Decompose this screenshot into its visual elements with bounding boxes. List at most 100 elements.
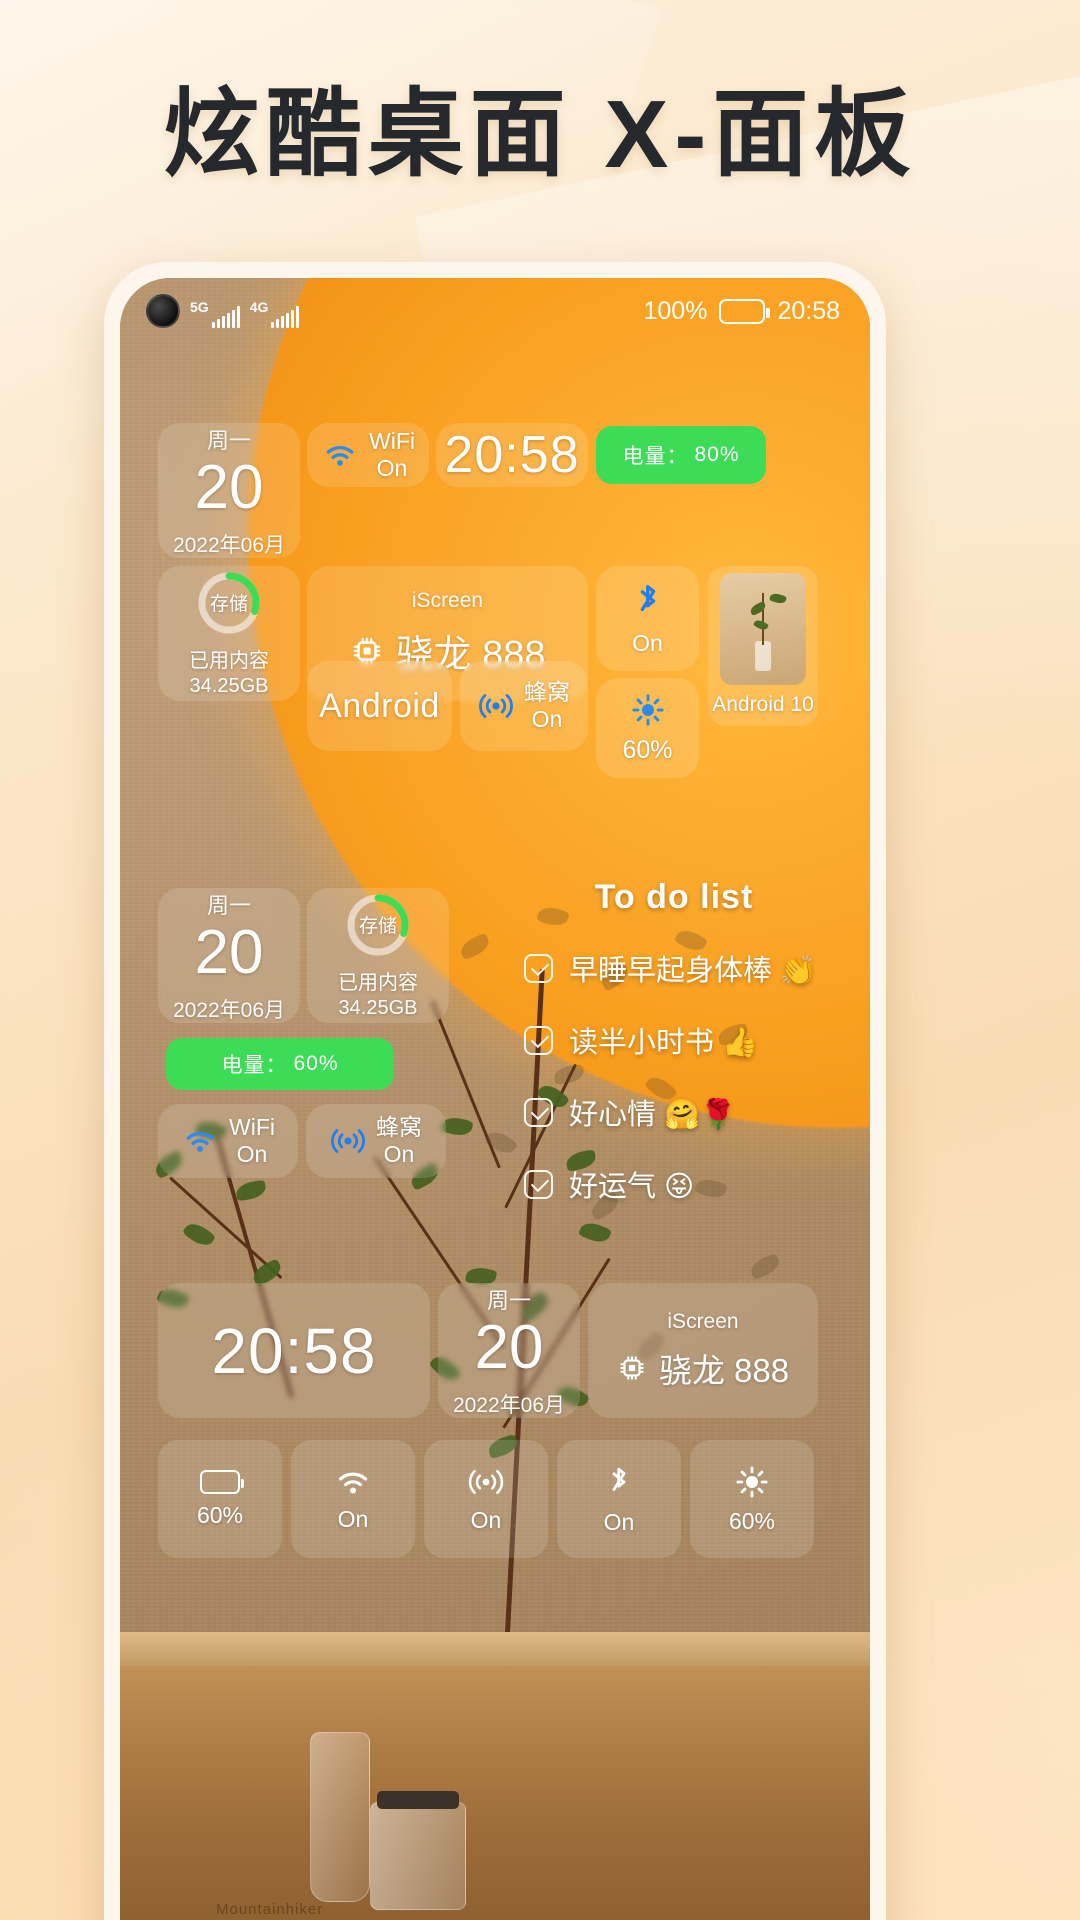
checkbox-checked-icon[interactable] <box>524 1025 553 1055</box>
todo-item-text: 好运气 😝 <box>569 1171 695 1203</box>
dock-toggle-bluetooth[interactable]: On <box>557 1440 681 1558</box>
dock-toggle-battery[interactable]: 60% <box>158 1440 282 1558</box>
todo-list-widget[interactable]: To do list 早睡早起身体棒 👏 读半小时书 👍 好心情 🤗🌹 好运气 … <box>524 878 824 1205</box>
cellular-icon <box>331 1129 365 1153</box>
camera-punch-hole-icon <box>146 294 180 328</box>
todo-item[interactable]: 好心情 🤗🌹 <box>524 1091 824 1133</box>
wifi-label: WiFi <box>369 427 415 454</box>
bluetooth-state: On <box>632 630 663 656</box>
iscreen-bottom-title: iScreen <box>667 1309 739 1333</box>
storage-caption: 已用内容 <box>189 649 269 672</box>
widget-photo-android[interactable]: Android 10 <box>708 566 818 726</box>
status-bar: 5G 4G 100% 20:58 <box>120 278 870 344</box>
dock-toggle-cellular[interactable]: On <box>424 1440 548 1558</box>
storage-value: 34.25GB <box>189 674 269 697</box>
sun-icon <box>631 693 664 726</box>
cellular-icon <box>479 694 513 718</box>
battery-mid-label: 电量： <box>221 1054 288 1077</box>
signal-group-1: 5G <box>190 300 240 328</box>
signal-bars-icon-2 <box>271 306 300 328</box>
dock-label: On <box>337 1505 369 1532</box>
cellular-mid-state: On <box>383 1141 415 1167</box>
storage-ring-icon: 存储 <box>196 570 262 636</box>
widget-battery-mid[interactable]: 电量： 60% <box>166 1038 394 1090</box>
wifi-state: On <box>376 455 408 481</box>
storage-mid-ring-icon: 存储 <box>345 892 411 958</box>
dock-toggle-brightness[interactable]: 60% <box>690 1440 814 1558</box>
battery-mid-value: 60% <box>293 1052 339 1075</box>
todo-item[interactable]: 早睡早起身体棒 👏 <box>524 947 824 989</box>
wifi-icon <box>186 1131 214 1152</box>
date-mid-weekday: 周一 <box>206 892 251 918</box>
bluetooth-icon <box>640 585 655 612</box>
checkbox-checked-icon[interactable] <box>524 1169 553 1199</box>
widget-date-bottom[interactable]: 周一 20 2022年06月 <box>438 1283 580 1418</box>
widget-storage-mid[interactable]: 存储 已用内容 34.25GB <box>307 888 449 1023</box>
widget-iscreen-bottom[interactable]: iScreen 骁龙 888 <box>588 1283 818 1418</box>
widget-brightness-top[interactable]: 60% <box>596 678 699 778</box>
storage-mid-value: 34.25GB <box>338 996 418 1019</box>
cellular-mid-label: 蜂窝 <box>376 1113 422 1140</box>
todo-item[interactable]: 好运气 😝 <box>524 1163 824 1205</box>
cellular-label: 蜂窝 <box>524 678 570 705</box>
storage-mid-caption: 已用内容 <box>338 971 418 994</box>
photo-widget-caption: Android 10 <box>712 693 814 716</box>
widget-wifi-mid[interactable]: WiFi On <box>158 1104 298 1178</box>
wifi-mid-label: WiFi <box>229 1113 275 1140</box>
widget-date-mid[interactable]: 周一 20 2022年06月 <box>158 888 300 1023</box>
battery-widget-label: 电量： <box>622 445 689 468</box>
dock-toggle-wifi[interactable]: On <box>291 1440 415 1558</box>
dock-label: On <box>603 1508 635 1535</box>
wifi-mid-state: On <box>236 1141 268 1167</box>
widget-storage-top[interactable]: 存储 已用内容 34.25GB <box>158 566 300 701</box>
battery-percent-label: 100% <box>643 296 708 325</box>
brightness-value: 60% <box>622 735 673 764</box>
storage-mid-ring-label: 存储 <box>358 916 397 937</box>
iscreen-title: iScreen <box>411 589 484 612</box>
widget-layer: 周一 20 2022年06月 WiFi On 20:58 电量： 80% 存储 … <box>120 278 870 1920</box>
widget-wifi-top[interactable]: WiFi On <box>307 423 429 487</box>
widget-battery-top[interactable]: 电量： 80% <box>596 426 766 484</box>
widget-cellular-mid[interactable]: 蜂窝 On <box>306 1104 446 1178</box>
widget-bluetooth-top[interactable]: On <box>596 566 699 671</box>
date-mid-year-month: 2022年06月 <box>172 998 286 1022</box>
wifi-icon <box>326 445 354 466</box>
network-type-label-1: 5G <box>190 299 209 315</box>
signal-bars-icon-1 <box>211 306 240 328</box>
cellular-state: On <box>531 706 563 732</box>
android-label: Android <box>319 686 440 725</box>
date-mid-day-number: 20 <box>194 917 264 987</box>
signal-group-2: 4G <box>250 300 300 328</box>
widget-clock-bottom[interactable]: 20:58 <box>158 1283 430 1418</box>
battery-widget-value: 80% <box>694 443 740 466</box>
status-bar-right: 100% 20:58 <box>643 297 840 326</box>
widget-date-top[interactable]: 周一 20 2022年06月 <box>158 423 300 558</box>
date-weekday: 周一 <box>206 427 251 453</box>
date-day-number: 20 <box>194 452 264 522</box>
widget-android-version[interactable]: Android <box>307 661 452 751</box>
sun-icon <box>736 1465 768 1498</box>
status-bar-left: 5G 4G <box>146 294 300 328</box>
dock-label: 60% <box>196 1501 244 1528</box>
widget-cellular-top[interactable]: 蜂窝 On <box>460 661 588 751</box>
iscreen-bottom-chip: 骁龙 888 <box>658 1351 790 1389</box>
clock-bottom-time: 20:58 <box>211 1314 377 1387</box>
date-bottom-day-number: 20 <box>474 1312 544 1382</box>
todo-item-text: 早睡早起身体棒 👏 <box>569 955 817 987</box>
cpu-icon <box>620 1355 644 1380</box>
status-bar-clock: 20:58 <box>777 296 840 325</box>
dock-label: 60% <box>728 1507 776 1534</box>
date-bottom-year-month: 2022年06月 <box>452 1393 566 1417</box>
control-dock: 60% On On On 60% <box>158 1440 814 1558</box>
checkbox-checked-icon[interactable] <box>524 1097 553 1127</box>
todo-title: To do list <box>594 878 754 916</box>
phone-screen: Mountainhiker 5G 4G 100% 20:58 周一 20 202… <box>120 278 870 1920</box>
checkbox-checked-icon[interactable] <box>524 953 553 983</box>
wifi-icon <box>338 1472 368 1494</box>
date-bottom-weekday: 周一 <box>486 1287 531 1313</box>
battery-icon <box>200 1469 244 1494</box>
todo-item[interactable]: 读半小时书 👍 <box>524 1019 824 1061</box>
battery-icon <box>719 298 771 324</box>
widget-clock-top[interactable]: 20:58 <box>436 423 588 487</box>
page-title: 炫酷桌面 X-面板 <box>163 81 917 188</box>
